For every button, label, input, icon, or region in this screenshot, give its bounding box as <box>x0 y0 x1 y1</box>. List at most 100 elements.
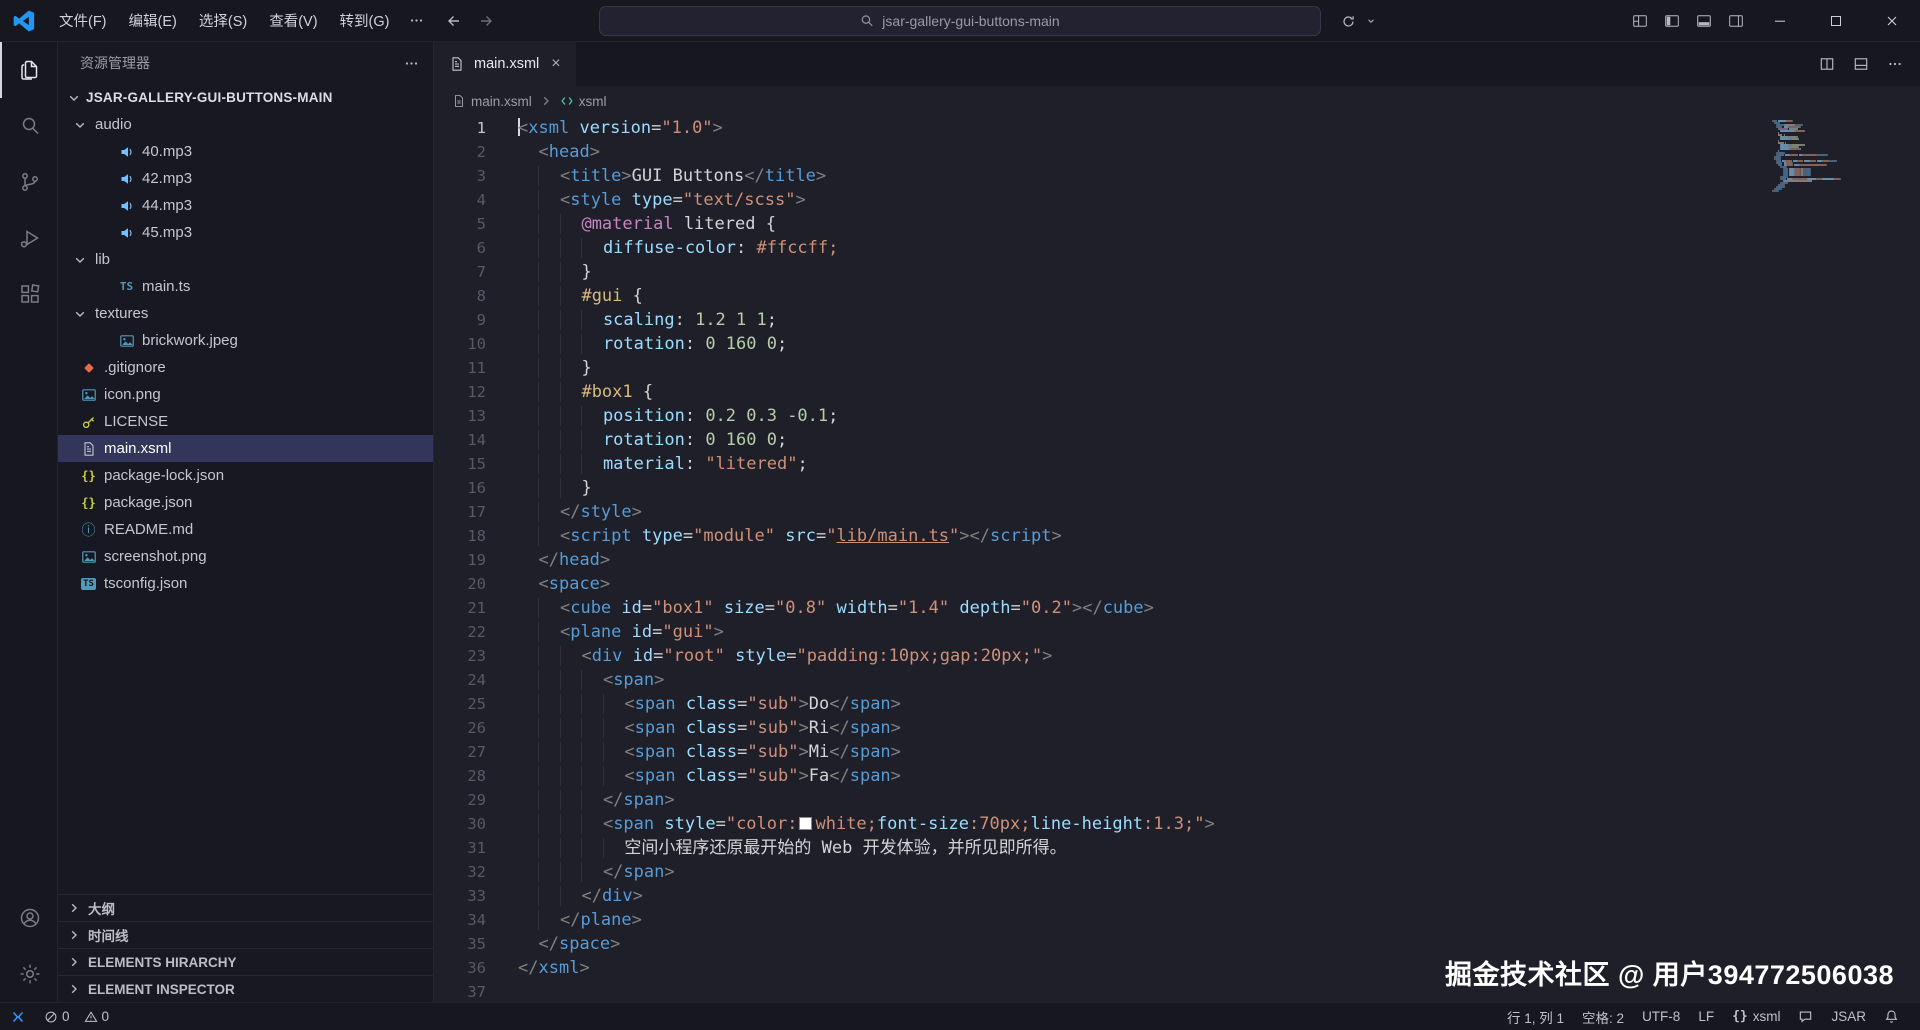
sidebar-right-icon[interactable] <box>1720 6 1752 36</box>
explorer-icon[interactable] <box>0 42 57 98</box>
more-icon[interactable] <box>1880 49 1910 79</box>
notifications-bell-icon[interactable] <box>1875 1003 1908 1030</box>
tree-file[interactable]: icon.png <box>58 381 433 408</box>
run-debug-icon[interactable] <box>0 210 57 266</box>
tree-file[interactable]: 44.mp3 <box>58 192 433 219</box>
tree-file[interactable]: .gitignore <box>58 354 433 381</box>
jsar-mode[interactable]: JSAR <box>1822 1003 1875 1030</box>
tree-file[interactable]: screenshot.png <box>58 543 433 570</box>
encoding-status[interactable]: UTF-8 <box>1633 1003 1689 1030</box>
breadcrumb-item[interactable]: main.xsml <box>452 94 532 109</box>
problems-status[interactable]: 0 0 <box>36 1003 117 1030</box>
code-line[interactable]: <span style="color:white;font-size:70px;… <box>518 812 1920 836</box>
code-line[interactable]: <style type="text/scss"> <box>518 188 1920 212</box>
code-line[interactable]: </span> <box>518 788 1920 812</box>
settings-icon[interactable] <box>0 946 57 1002</box>
menu-overflow-icon[interactable] <box>400 6 432 36</box>
account-icon[interactable] <box>0 890 57 946</box>
layout-grid-icon[interactable] <box>1624 6 1656 36</box>
tree-file[interactable]: {}package-lock.json <box>58 462 433 489</box>
code-line[interactable]: </div> <box>518 884 1920 908</box>
extensions-icon[interactable] <box>0 266 57 322</box>
code-line[interactable]: </span> <box>518 860 1920 884</box>
code-line[interactable]: <span> <box>518 668 1920 692</box>
tree-folder[interactable]: lib <box>58 246 433 273</box>
sidebar-panel-header[interactable]: 大纲 <box>58 894 433 921</box>
code-line[interactable]: <space> <box>518 572 1920 596</box>
split-editor-icon[interactable] <box>1812 49 1842 79</box>
tree-file[interactable]: 40.mp3 <box>58 138 433 165</box>
code-line[interactable]: rotation: 0 160 0; <box>518 332 1920 356</box>
tab-main-xsml[interactable]: main.xsml × <box>434 42 577 86</box>
code-line[interactable]: material: "litered"; <box>518 452 1920 476</box>
menu-item[interactable]: 查看(V) <box>258 7 328 35</box>
panel-bottom-icon[interactable] <box>1688 6 1720 36</box>
tab-close-icon[interactable]: × <box>548 54 563 74</box>
minimize-button[interactable] <box>1752 0 1808 42</box>
code-line[interactable]: <head> <box>518 140 1920 164</box>
code-line[interactable]: #box1 { <box>518 380 1920 404</box>
code-line[interactable]: <div id="root" style="padding:10px;gap:2… <box>518 644 1920 668</box>
tree-file[interactable]: {}package.json <box>58 489 433 516</box>
tree-file[interactable]: ⓘREADME.md <box>58 516 433 543</box>
remote-indicator-icon[interactable] <box>0 1003 36 1030</box>
feedback-icon[interactable] <box>1789 1003 1822 1030</box>
tree-file[interactable]: TStsconfig.json <box>58 570 433 597</box>
code-line[interactable]: <span class="sub">Ri</span> <box>518 716 1920 740</box>
menu-item[interactable]: 编辑(E) <box>118 7 188 35</box>
tree-file[interactable]: TSmain.ts <box>58 273 433 300</box>
code-line[interactable]: <xsml version="1.0"> <box>518 116 1920 140</box>
code-line[interactable]: </plane> <box>518 908 1920 932</box>
language-mode[interactable]: {} xsml <box>1723 1003 1789 1030</box>
breadcrumb-item[interactable]: xsml <box>560 94 607 109</box>
code-line[interactable]: </head> <box>518 548 1920 572</box>
menu-item[interactable]: 文件(F) <box>48 7 118 35</box>
code-line[interactable]: #gui { <box>518 284 1920 308</box>
indentation-status[interactable]: 空格: 2 <box>1573 1003 1633 1030</box>
sidebar-panel-header[interactable]: ELEMENTS HIRARCHY <box>58 948 433 975</box>
code-line[interactable]: <title>GUI Buttons</title> <box>518 164 1920 188</box>
sidebar-left-icon[interactable] <box>1656 6 1688 36</box>
minimap[interactable] <box>1772 120 1904 194</box>
code-line[interactable]: rotation: 0 160 0; <box>518 428 1920 452</box>
code-line[interactable]: <span class="sub">Do</span> <box>518 692 1920 716</box>
code-line[interactable]: <plane id="gui"> <box>518 620 1920 644</box>
code-line[interactable]: <span class="sub">Mi</span> <box>518 740 1920 764</box>
sync-icon[interactable] <box>1332 6 1364 36</box>
tree-file[interactable]: 45.mp3 <box>58 219 433 246</box>
menu-item[interactable]: 转到(G) <box>329 7 401 35</box>
code-line[interactable]: 空间小程序还原最开始的 Web 开发体验，并所见即所得。 <box>518 836 1920 860</box>
sidebar-panel-header[interactable]: 时间线 <box>58 921 433 948</box>
code-line[interactable]: diffuse-color: #ffccff; <box>518 236 1920 260</box>
sidebar-panel-header[interactable]: ELEMENT INSPECTOR <box>58 975 433 1002</box>
code-line[interactable]: } <box>518 356 1920 380</box>
layout-panel-icon[interactable] <box>1846 49 1876 79</box>
code-line[interactable]: <cube id="box1" size="0.8" width="1.4" d… <box>518 596 1920 620</box>
maximize-button[interactable] <box>1808 0 1864 42</box>
search-icon[interactable] <box>0 98 57 154</box>
tree-file[interactable]: main.xsml <box>58 435 433 462</box>
code-line[interactable]: scaling: 1.2 1 1; <box>518 308 1920 332</box>
code-line[interactable]: <span class="sub">Fa</span> <box>518 764 1920 788</box>
code-line[interactable]: @material litered { <box>518 212 1920 236</box>
tree-folder[interactable]: audio <box>58 111 433 138</box>
code-line[interactable]: } <box>518 260 1920 284</box>
source-control-icon[interactable] <box>0 154 57 210</box>
menu-item[interactable]: 选择(S) <box>188 7 258 35</box>
eol-status[interactable]: LF <box>1689 1003 1723 1030</box>
code-line[interactable]: <script type="module" src="lib/main.ts">… <box>518 524 1920 548</box>
code-line[interactable]: </style> <box>518 500 1920 524</box>
command-center-search[interactable]: jsar-gallery-gui-buttons-main <box>599 6 1321 36</box>
tree-file[interactable]: 42.mp3 <box>58 165 433 192</box>
cursor-position[interactable]: 行 1, 列 1 <box>1498 1003 1573 1030</box>
code-line[interactable]: position: 0.2 0.3 -0.1; <box>518 404 1920 428</box>
workspace-root-header[interactable]: JSAR-GALLERY-GUI-BUTTONS-MAIN <box>58 84 433 111</box>
tree-file[interactable]: brickwork.jpeg <box>58 327 433 354</box>
tree-folder[interactable]: textures <box>58 300 433 327</box>
forward-icon[interactable] <box>470 6 502 36</box>
tree-file[interactable]: LICENSE <box>58 408 433 435</box>
close-button[interactable] <box>1864 0 1920 42</box>
explorer-more-actions-icon[interactable] <box>404 56 419 71</box>
code-line[interactable]: } <box>518 476 1920 500</box>
back-icon[interactable] <box>438 6 470 36</box>
